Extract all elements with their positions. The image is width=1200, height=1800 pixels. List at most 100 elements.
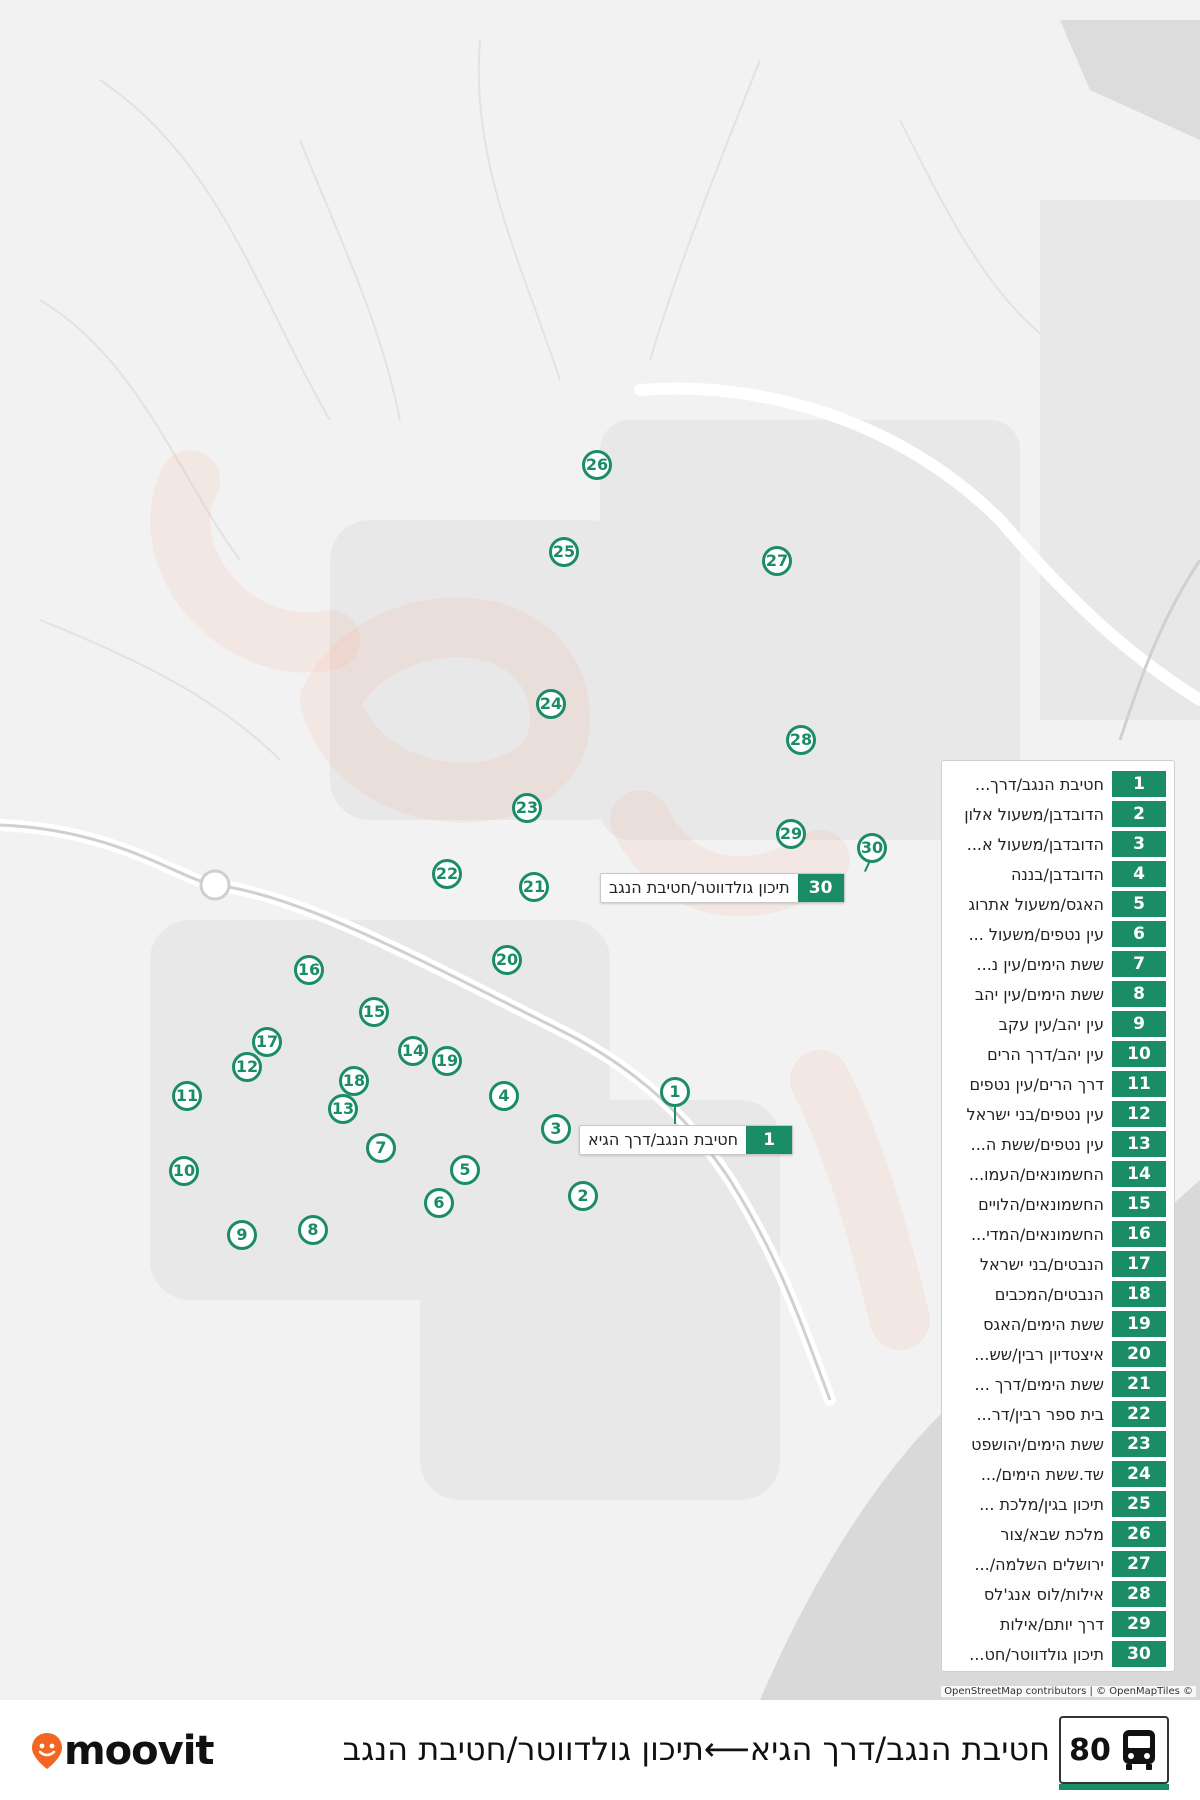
stop-list-item[interactable]: עין נטפים/משעול ... 6 (950, 919, 1166, 949)
stop-list-item[interactable]: חטיבת הנגב/דרך... 1 (950, 769, 1166, 799)
stop-list-item[interactable]: איצטדיון רבין/שש... 20 (950, 1339, 1166, 1369)
map-stop-marker-10[interactable]: 10 (169, 1156, 199, 1186)
map-stop-marker-20[interactable]: 20 (492, 945, 522, 975)
stop-list-item-number: 13 (1112, 1131, 1166, 1157)
stop-list-item[interactable]: אילות/לוס אנג'לס 28 (950, 1579, 1166, 1609)
footer-bar: moovit חטיבת הנגב/דרך הגיא⟵תיכון גולדווט… (0, 1700, 1200, 1800)
map-stop-marker-13[interactable]: 13 (328, 1094, 358, 1124)
stop-list-item[interactable]: החשמונאים/העמו... 14 (950, 1159, 1166, 1189)
route-map[interactable]: 1 2 3 4 5 6 7 8 9 10 11 12 13 14 15 16 1… (0, 0, 1200, 1700)
map-stop-marker-5[interactable]: 5 (450, 1155, 480, 1185)
map-stop-marker-4[interactable]: 4 (489, 1081, 519, 1111)
first-stop-callout-number: 1 (746, 1126, 793, 1154)
map-stop-marker-29[interactable]: 29 (776, 819, 806, 849)
stop-list-item[interactable]: הנבטים/בני ישראל 17 (950, 1249, 1166, 1279)
stop-list-item[interactable]: עין יהב/דרך הרים 10 (950, 1039, 1166, 1069)
map-stop-marker-8[interactable]: 8 (298, 1215, 328, 1245)
map-stop-marker-14[interactable]: 14 (398, 1036, 428, 1066)
map-stop-marker-17[interactable]: 17 (252, 1027, 282, 1057)
map-stop-marker-22[interactable]: 22 (432, 859, 462, 889)
stop-list-item[interactable]: דרך הרים/עין נטפים 11 (950, 1069, 1166, 1099)
stop-list-item-name: הנבטים/המכבים (994, 1284, 1104, 1304)
stop-list-item-number: 2 (1112, 801, 1166, 827)
stop-list-item-number: 21 (1112, 1371, 1166, 1397)
stop-list-item-name: הנבטים/בני ישראל (979, 1254, 1104, 1274)
map-stop-marker-25[interactable]: 25 (549, 537, 579, 567)
map-stop-marker-28[interactable]: 28 (786, 725, 816, 755)
stop-list-item-number: 6 (1112, 921, 1166, 947)
map-stop-marker-23[interactable]: 23 (512, 793, 542, 823)
map-stop-marker-7[interactable]: 7 (366, 1133, 396, 1163)
stop-list-item-name: ירושלים השלמה/... (974, 1554, 1104, 1574)
stop-list-item-name: עין יהב/דרך הרים (987, 1044, 1104, 1064)
stop-list-item[interactable]: הדובדבן/בננה 4 (950, 859, 1166, 889)
stop-list-item-number: 20 (1112, 1341, 1166, 1367)
stop-list-item[interactable]: החשמונאים/המדי... 16 (950, 1219, 1166, 1249)
stop-list-item-number: 10 (1112, 1041, 1166, 1067)
map-stop-marker-27[interactable]: 27 (762, 546, 792, 576)
stop-list-item[interactable]: הדובדבן/משעול אלון 2 (950, 799, 1166, 829)
map-attribution[interactable]: OpenStreetMap contributors | © OpenMapTi… (941, 1686, 1196, 1697)
route-number: 80 (1069, 1732, 1111, 1768)
map-stop-marker-26[interactable]: 26 (582, 450, 612, 480)
stop-list-item[interactable]: ששת הימים/יהושפט 23 (950, 1429, 1166, 1459)
stop-list-item[interactable]: עין נטפים/ששת ה... 13 (950, 1129, 1166, 1159)
map-stop-marker-16[interactable]: 16 (294, 955, 324, 985)
stop-list-item-number: 12 (1112, 1101, 1166, 1127)
stop-list-item-name: החשמונאים/העמו... (968, 1164, 1104, 1184)
stop-list-item[interactable]: דרך יותם/אילות 29 (950, 1609, 1166, 1639)
stop-list-item-name: מלכת שבא/צור (1000, 1524, 1104, 1544)
moovit-logo[interactable]: moovit (30, 1728, 215, 1774)
stop-list-item-number: 22 (1112, 1401, 1166, 1427)
stop-list-item[interactable]: ששת הימים/דרך ... 21 (950, 1369, 1166, 1399)
map-stop-marker-12[interactable]: 12 (232, 1052, 262, 1082)
stop-list-item[interactable]: ששת הימים/עין יהב 8 (950, 979, 1166, 1009)
stop-list-item-name: ששת הימים/עין נ... (976, 954, 1104, 974)
map-stop-marker-15[interactable]: 15 (359, 997, 389, 1027)
stop-list-item-name: עין נטפים/משעול ... (968, 924, 1104, 944)
map-stop-marker-6[interactable]: 6 (424, 1188, 454, 1218)
stop-list-item-number: 30 (1112, 1641, 1166, 1667)
map-stop-marker-2[interactable]: 2 (568, 1181, 598, 1211)
route-badge[interactable]: 80 (1059, 1716, 1169, 1790)
stop-list-item-name: עין נטפים/ששת ה... (970, 1134, 1104, 1154)
stop-list-item-number: 16 (1112, 1221, 1166, 1247)
stop-list-item[interactable]: עין יהב/עין עקב 9 (950, 1009, 1166, 1039)
stop-list-item-name: בית ספר רבין/דר... (976, 1404, 1104, 1424)
stop-list-item[interactable]: ירושלים השלמה/... 27 (950, 1549, 1166, 1579)
stop-list-item[interactable]: הנבטים/המכבים 18 (950, 1279, 1166, 1309)
stop-list-item[interactable]: ששת הימים/האגס 19 (950, 1309, 1166, 1339)
stop-list-item[interactable]: מלכת שבא/צור 26 (950, 1519, 1166, 1549)
stop-list-item[interactable]: האגס/משעול אתרוג 5 (950, 889, 1166, 919)
last-stop-callout-number: 30 (797, 874, 844, 902)
stop-list-item[interactable]: תיכון גולדווטר/חט... 30 (950, 1639, 1166, 1669)
stop-list-item-number: 3 (1112, 831, 1166, 857)
stop-list-item[interactable]: שד.ששת הימים/... 24 (950, 1459, 1166, 1489)
map-stop-marker-24[interactable]: 24 (536, 689, 566, 719)
first-stop-callout-stem (674, 1106, 676, 1124)
last-stop-callout[interactable]: 30 תיכון גולדווטר/חטיבת הנגב (600, 873, 845, 903)
map-stop-marker-19[interactable]: 19 (432, 1046, 462, 1076)
map-stop-marker-21[interactable]: 21 (519, 872, 549, 902)
map-stop-marker-1[interactable]: 1 (660, 1077, 690, 1107)
stop-list-item-name: ששת הימים/עין יהב (974, 984, 1104, 1004)
map-stop-marker-9[interactable]: 9 (227, 1220, 257, 1250)
stop-list-item-name: ששת הימים/יהושפט (971, 1434, 1104, 1454)
map-stop-marker-3[interactable]: 3 (541, 1114, 571, 1144)
map-stop-marker-30[interactable]: 30 (857, 833, 887, 863)
stop-list-item[interactable]: עין נטפים/בני ישראל 12 (950, 1099, 1166, 1129)
stop-list-item[interactable]: תיכון בגין/מלכת ... 25 (950, 1489, 1166, 1519)
first-stop-callout-name: חטיבת הנגב/דרך הגיא (588, 1130, 739, 1149)
stop-list-item[interactable]: החשמונאים/הלויים 15 (950, 1189, 1166, 1219)
map-stop-marker-18[interactable]: 18 (339, 1066, 369, 1096)
stop-list-item[interactable]: בית ספר רבין/דר... 22 (950, 1399, 1166, 1429)
stop-list-item-number: 27 (1112, 1551, 1166, 1577)
stop-list-item-name: ששת הימים/דרך ... (974, 1374, 1104, 1394)
stop-list-item-number: 14 (1112, 1161, 1166, 1187)
stop-list-item[interactable]: הדובדבן/משעול א... 3 (950, 829, 1166, 859)
map-stop-marker-11[interactable]: 11 (172, 1081, 202, 1111)
first-stop-callout[interactable]: 1 חטיבת הנגב/דרך הגיא (579, 1125, 794, 1155)
stop-list-item-number: 18 (1112, 1281, 1166, 1307)
stop-list-item-name: תיכון בגין/מלכת ... (979, 1494, 1104, 1514)
stop-list-item[interactable]: ששת הימים/עין נ... 7 (950, 949, 1166, 979)
